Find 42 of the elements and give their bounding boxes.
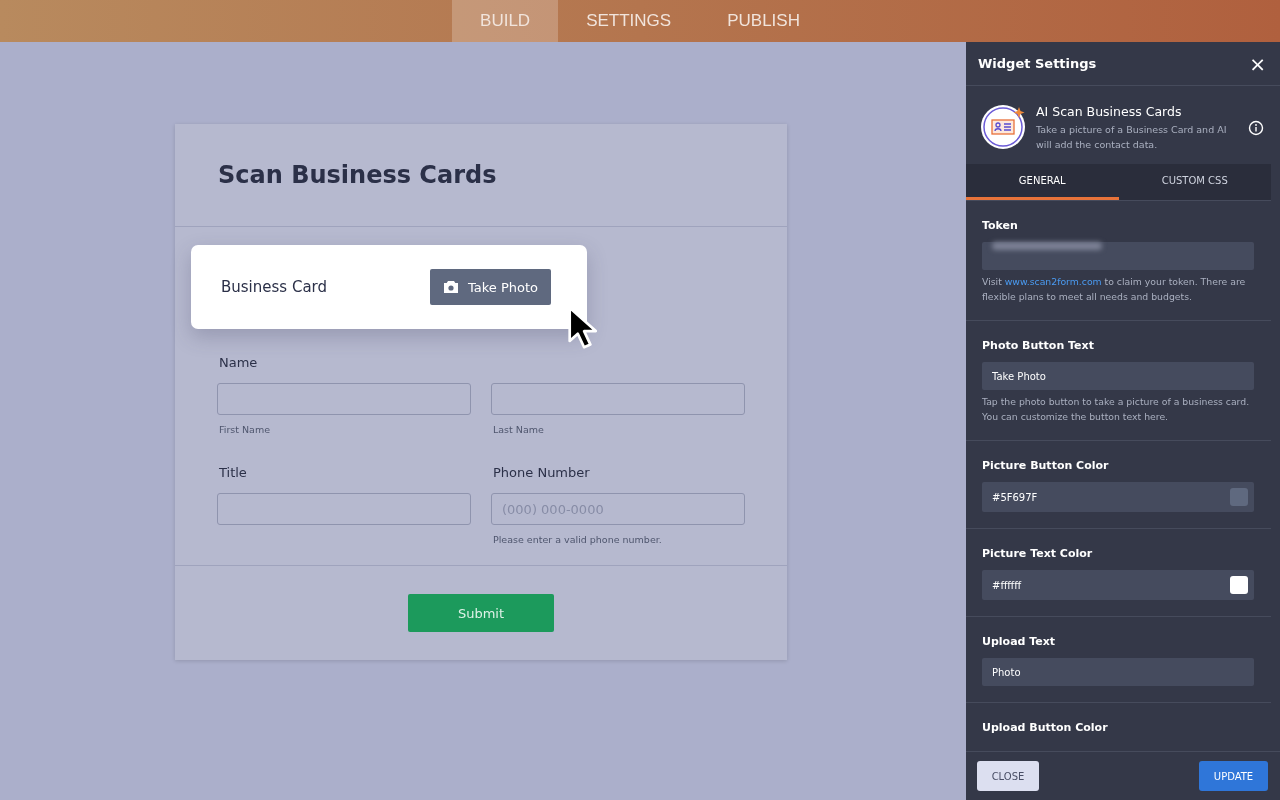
widget-name: AI Scan Business Cards: [1036, 104, 1183, 119]
setting-label: Picture Text Color: [982, 547, 1094, 560]
title-input[interactable]: [217, 493, 471, 525]
help-text: Tap the photo button to take a picture of a business card. You can customize the button text here.: [982, 395, 1251, 424]
first-name-input[interactable]: [217, 383, 471, 415]
widget-logo-icon: [980, 104, 1026, 150]
panel-tab[interactable]: GENERAL: [966, 164, 1119, 200]
close-button[interactable]: ×: [1247, 51, 1268, 76]
close-button[interactable]: CLOSE: [977, 761, 1039, 791]
info-icon[interactable]: [1248, 120, 1264, 136]
field-label: Title: [219, 465, 248, 482]
color-swatch[interactable]: [1230, 488, 1248, 506]
setting-label: Upload Text: [982, 635, 1057, 648]
field-label: Name: [219, 355, 259, 372]
color-input[interactable]: #ffffff: [982, 570, 1254, 600]
setting-label: Upload Button Color: [982, 721, 1109, 734]
color-swatch[interactable]: [1230, 576, 1248, 594]
setting-label: Picture Button Color: [982, 459, 1110, 472]
token-field[interactable]: [982, 242, 1254, 270]
take-photo-button[interactable]: Take Photo: [430, 269, 551, 305]
panel-title: Widget Settings: [978, 56, 1097, 71]
sublabel: First Name: [219, 424, 272, 435]
camera-icon: [442, 280, 459, 294]
setting-label: Photo Button Text: [982, 339, 1095, 352]
update-button[interactable]: UPDATE: [1199, 761, 1268, 791]
website-link[interactable]: www.scan2form.com: [1004, 276, 1102, 287]
helper-text: Please enter a valid phone number.: [493, 534, 663, 545]
text-input[interactable]: Take Photo: [982, 362, 1254, 390]
sublabel: Last Name: [493, 424, 545, 435]
text-input[interactable]: Photo: [982, 658, 1254, 686]
color-value: #ffffff: [992, 579, 1022, 591]
color-input[interactable]: #5F697F: [982, 482, 1254, 512]
form-title: Scan Business Cards: [218, 161, 497, 189]
last-name-input[interactable]: [491, 383, 745, 415]
field-label: Phone Number: [493, 465, 591, 482]
color-value: #5F697F: [992, 491, 1038, 503]
submit-button[interactable]: Submit: [408, 594, 554, 632]
help-text: Visit www.scan2form.com to claim your token. There are flexible plans to meet all needs and budgets.: [982, 275, 1247, 304]
panel-tab[interactable]: CUSTOM CSS: [1118, 164, 1271, 200]
field-label: Business Card: [221, 278, 327, 296]
setting-label: Token: [982, 219, 1019, 232]
widget-description: Take a picture of a Business Card and AI will add the contact data.: [1036, 123, 1228, 152]
